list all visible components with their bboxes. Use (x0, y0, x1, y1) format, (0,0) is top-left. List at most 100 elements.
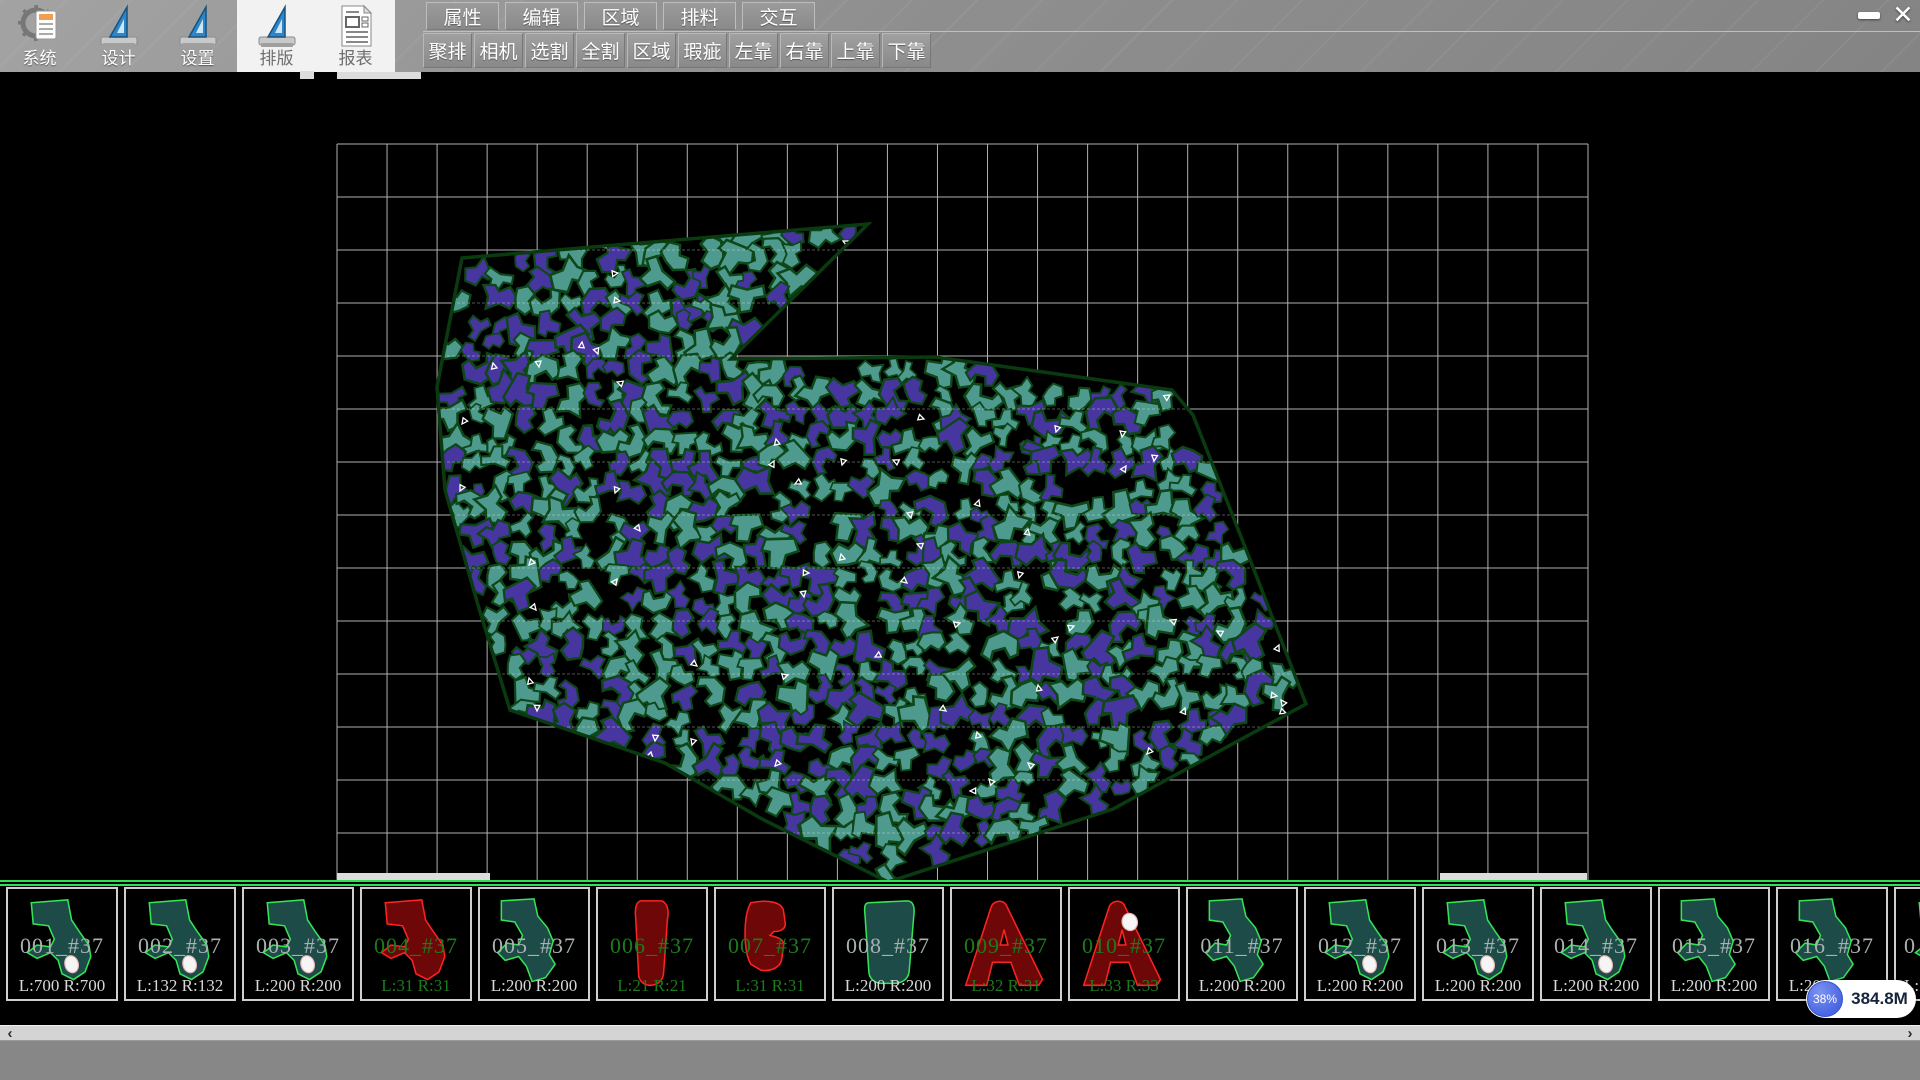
part-lr-count: L:700 R:700 (8, 976, 116, 996)
part-thumbnail-1[interactable]: 001_#37 L:700 R:700 (6, 887, 118, 1001)
part-thumbnail-6[interactable]: 006_#37 L:21 R:21 (596, 887, 708, 1001)
tool-button-4[interactable]: 全割 (576, 33, 625, 68)
main-button-3[interactable]: 设置 (158, 0, 237, 72)
report-document-icon (334, 3, 378, 49)
part-thumbnail-3[interactable]: 003_#37 L:200 R:200 (242, 887, 354, 1001)
part-name: 015_#37 (1660, 933, 1768, 959)
part-lr-count: L:200 R:200 (244, 976, 352, 996)
part-thumbnail-10[interactable]: 010_#37 L:33 R:33 (1068, 887, 1180, 1001)
main-icon-row: 系统 设计 设置排版 报表 (0, 0, 395, 72)
memory-status-pill: 38% 384.8M (1806, 980, 1916, 1018)
part-thumbnail-13[interactable]: 013_#37 L:200 R:200 (1422, 887, 1534, 1001)
scroll-right-arrow-icon[interactable]: › (1902, 1026, 1918, 1041)
part-thumbnail-15[interactable]: 015_#37 L:200 R:200 (1658, 887, 1770, 1001)
scroll-left-arrow-icon[interactable]: ‹ (2, 1026, 18, 1041)
part-name: 010_#37 (1070, 933, 1178, 959)
main-button-5[interactable]: 报表 (316, 0, 395, 72)
main-button-4[interactable]: 排版 (237, 0, 316, 72)
tool-button-row: 聚排相机选割全割区域瑕疵左靠右靠上靠下靠 (423, 33, 931, 68)
menu-tab-2[interactable]: 编辑 (505, 2, 578, 30)
design-setsquare-icon (97, 3, 141, 49)
part-thumbnail-5[interactable]: 005_#37 L:200 R:200 (478, 887, 590, 1001)
part-name: 012_#37 (1306, 933, 1414, 959)
part-name: 003_#37 (244, 933, 352, 959)
tool-button-6[interactable]: 瑕疵 (678, 33, 727, 68)
part-name: 009_#37 (952, 933, 1060, 959)
part-thumbnail-11[interactable]: 011_#37 L:200 R:200 (1186, 887, 1298, 1001)
system-gear-icon (18, 3, 62, 49)
part-lr-count: L:33 R:33 (1070, 976, 1178, 996)
part-lr-count: L:21 R:21 (598, 976, 706, 996)
part-lr-count: L:200 R:200 (480, 976, 588, 996)
tool-button-7[interactable]: 左靠 (729, 33, 778, 68)
part-thumbnail-7[interactable]: 007_#37 L:31 R:31 (714, 887, 826, 1001)
part-name: 016_#37 (1778, 933, 1886, 959)
part-lr-count: L:132 R:132 (126, 976, 234, 996)
menu-tab-row: 属性编辑区域排料交互 (426, 2, 815, 30)
settings-setsquare-icon (176, 3, 220, 49)
part-name: 011_#37 (1188, 933, 1296, 959)
part-name: 007_#37 (716, 933, 824, 959)
part-lr-count: L:32 R:31 (952, 976, 1060, 996)
nesting-canvas[interactable] (0, 72, 1920, 880)
progress-value: 38% (1813, 992, 1837, 1006)
canvas-bottom-scroll-segment[interactable] (337, 873, 490, 880)
tool-button-10[interactable]: 下靠 (882, 33, 931, 68)
minimize-icon (1858, 12, 1880, 19)
horizontal-scrollbar[interactable]: ‹ › (0, 1025, 1920, 1040)
part-name: 002_#37 (126, 933, 234, 959)
panel-separator (0, 880, 1920, 887)
main-button-label: 排版 (260, 49, 294, 69)
main-button-label: 系统 (23, 49, 57, 69)
tool-button-1[interactable]: 聚排 (423, 33, 472, 68)
main-button-1[interactable]: 系统 (0, 0, 79, 72)
tool-button-9[interactable]: 上靠 (831, 33, 880, 68)
part-thumbnail-14[interactable]: 014_#37 L:200 R:200 (1540, 887, 1652, 1001)
part-lr-count: L:200 R:200 (1188, 976, 1296, 996)
tool-button-3[interactable]: 选割 (525, 33, 574, 68)
main-button-2[interactable]: 设计 (79, 0, 158, 72)
part-name: 013_#37 (1424, 933, 1532, 959)
tool-button-8[interactable]: 右靠 (780, 33, 829, 68)
nesting-drawing (0, 72, 1920, 880)
menu-tab-3[interactable]: 区域 (584, 2, 657, 30)
part-thumbnail-9[interactable]: 009_#37 L:32 R:31 (950, 887, 1062, 1001)
menu-tab-1[interactable]: 属性 (426, 2, 499, 30)
menu-tab-4[interactable]: 排料 (663, 2, 736, 30)
part-name: 006_#37 (598, 933, 706, 959)
part-thumbnail-12[interactable]: 012_#37 L:200 R:200 (1304, 887, 1416, 1001)
canvas-top-scroll-segment[interactable] (300, 71, 314, 79)
status-bar (0, 1040, 1920, 1080)
close-icon: ✕ (1893, 3, 1914, 27)
memory-value: 384.8M (1843, 989, 1916, 1009)
part-lr-count: L:200 R:200 (1424, 976, 1532, 996)
parts-thumbnail-strip: 001_#37 L:700 R:700 002_#37 L:132 R:132 003_… (0, 887, 1920, 1005)
menu-tab-5[interactable]: 交互 (742, 2, 815, 30)
part-name: 001_#37 (8, 933, 116, 959)
part-lr-count: L:200 R:200 (834, 976, 942, 996)
window-controls: ✕ (1856, 3, 1916, 27)
nesting-setsquare-icon (255, 3, 299, 49)
minimize-button[interactable] (1856, 3, 1882, 27)
part-name: 004_#37 (362, 933, 470, 959)
part-thumbnail-4[interactable]: 004_#37 L:31 R:31 (360, 887, 472, 1001)
part-lr-count: L:31 R:31 (716, 976, 824, 996)
canvas-top-scroll-segment[interactable] (337, 72, 421, 79)
part-lr-count: L:200 R:200 (1660, 976, 1768, 996)
close-button[interactable]: ✕ (1890, 3, 1916, 27)
part-thumbnail-2[interactable]: 002_#37 L:132 R:132 (124, 887, 236, 1001)
part-name: 008_#37 (834, 933, 942, 959)
part-lr-count: L:200 R:200 (1306, 976, 1414, 996)
main-button-label: 设计 (102, 49, 136, 69)
canvas-bottom-scroll-segment[interactable] (1440, 873, 1587, 880)
part-name: 005_#37 (480, 933, 588, 959)
main-button-label: 报表 (339, 49, 373, 69)
tool-button-5[interactable]: 区域 (627, 33, 676, 68)
tabs-underline (423, 31, 1920, 32)
tool-button-2[interactable]: 相机 (474, 33, 523, 68)
part-lr-count: L:31 R:31 (362, 976, 470, 996)
part-thumbnail-8[interactable]: 008_#37 L:200 R:200 (832, 887, 944, 1001)
part-name: 014_#37 (1542, 933, 1650, 959)
part-name: 0 (1896, 933, 1920, 959)
part-lr-count: L:200 R:200 (1542, 976, 1650, 996)
